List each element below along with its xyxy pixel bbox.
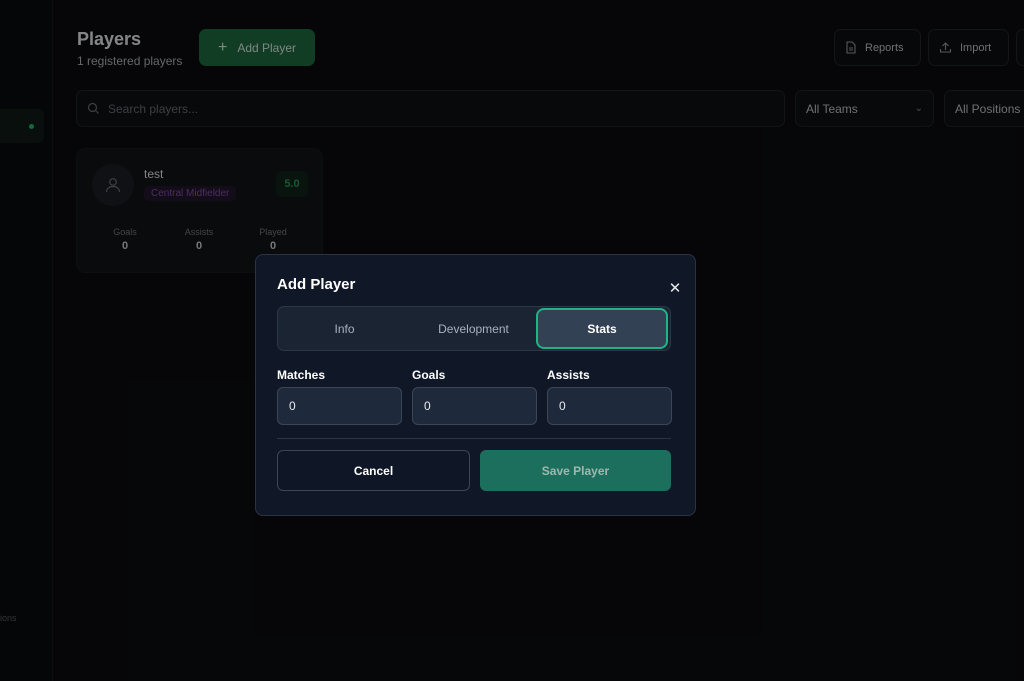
close-button[interactable]: ✕ bbox=[666, 279, 684, 297]
divider bbox=[277, 438, 671, 439]
tab-info[interactable]: Info bbox=[282, 310, 407, 347]
save-player-button[interactable]: Save Player bbox=[480, 450, 671, 491]
assists-input[interactable]: 0 bbox=[547, 387, 672, 425]
goals-input[interactable]: 0 bbox=[412, 387, 537, 425]
matches-label: Matches bbox=[277, 368, 326, 382]
tab-list: Info Development Stats bbox=[277, 306, 671, 351]
cancel-button[interactable]: Cancel bbox=[277, 450, 470, 491]
close-icon: ✕ bbox=[668, 280, 682, 297]
add-player-dialog: Add Player ✕ Info Development Stats Matc… bbox=[255, 254, 696, 516]
tab-stats[interactable]: Stats bbox=[538, 310, 666, 347]
assists-label: Assists bbox=[547, 368, 590, 382]
matches-input[interactable]: 0 bbox=[277, 387, 402, 425]
goals-label: Goals bbox=[412, 368, 446, 382]
tab-development[interactable]: Development bbox=[411, 310, 536, 347]
dialog-title: Add Player bbox=[277, 276, 356, 293]
